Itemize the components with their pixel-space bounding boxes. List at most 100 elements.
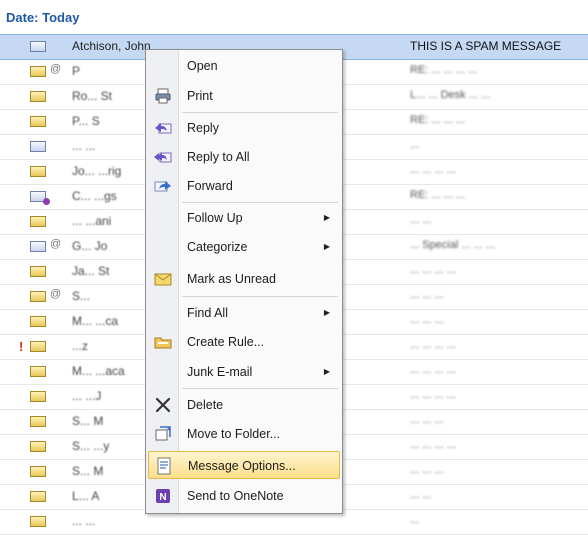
printer-icon [154,87,172,105]
menu-item-label: Reply to All [187,150,250,164]
menu-item-label: Mark as Unread [187,272,276,286]
envelope-replied-icon [30,191,50,205]
menu-item-label: Junk E-mail [187,365,253,379]
message-subject: ... ... [410,489,432,501]
menu-item-label: Follow Up [187,211,243,225]
envelope-icon [30,516,46,527]
message-from: Ja... St [72,264,110,278]
envelope-icon [30,441,46,452]
message-from: ... ... [72,514,96,528]
envelope-open-icon [30,41,46,52]
message-subject: RE: ... ... ... [410,189,466,201]
menu-item-label: Categorize [187,240,248,254]
menu-item-label: Message Options... [188,459,296,473]
message-subject: ... ... ... [410,414,444,426]
message-from: Ro... St [72,89,113,103]
message-subject: ... ... ... [410,464,444,476]
menu-item-junk-email[interactable]: Junk E-mail ▶ [148,358,340,386]
message-from: P [72,64,81,78]
envelope-icon [30,391,46,402]
message-subject: ... Special ... ... ... [410,239,495,251]
message-subject: ... [410,139,420,151]
submenu-arrow-icon: ▶ [323,242,330,251]
message-from: G... Jo [72,239,108,253]
message-subject: ... ... ... ... [410,389,456,401]
menu-item-message-options[interactable]: Message Options... [148,451,340,479]
message-from: Jo... ...rig [72,164,122,178]
context-menu: Open Print Reply Reply to All Forward Fo… [145,49,343,514]
message-subject: THIS IS A SPAM MESSAGE [410,39,562,53]
menu-item-mark-unread[interactable]: Mark as Unread [148,265,340,293]
menu-item-send-to-onenote[interactable]: N Send to OneNote [148,482,340,510]
menu-item-label: Move to Folder... [187,427,281,441]
menu-separator [182,112,338,113]
menu-item-categorize[interactable]: Categorize ▶ [148,233,340,261]
menu-item-print[interactable]: Print [148,82,340,110]
message-from: S... M [72,464,104,478]
menu-item-move-to-folder[interactable]: Move to Folder... [148,420,340,448]
delete-icon [154,396,172,414]
menu-item-label: Print [187,89,213,103]
reply-icon [154,119,172,137]
envelope-icon [30,216,46,227]
create-rule-icon [154,333,172,351]
submenu-arrow-icon: ▶ [323,308,330,317]
message-from: C... ...gs [72,189,117,203]
message-subject: ... ... ... ... [410,439,456,451]
menu-item-follow-up[interactable]: Follow Up ▶ [148,204,340,232]
message-subject: ... ... ... [410,314,444,326]
submenu-arrow-icon: ▶ [323,213,330,222]
message-subject: ... ... ... ... [410,264,456,276]
message-subject: L... ... Desk ... ... [410,89,491,101]
menu-item-find-all[interactable]: Find All ▶ [148,299,340,327]
envelope-icon [30,366,46,377]
message-subject: ... ... ... ... [410,364,456,376]
menu-item-create-rule[interactable]: Create Rule... [148,328,340,356]
message-from: S... M [72,414,104,428]
message-from: ...z [72,339,89,353]
reply-all-icon [154,148,172,166]
attachment-icon: @ [50,288,62,300]
message-options-icon [155,457,173,475]
menu-item-reply[interactable]: Reply [148,114,340,142]
envelope-icon [30,116,46,127]
menu-item-label: Find All [187,306,228,320]
menu-separator [182,388,338,389]
group-header: Date: Today [6,10,80,25]
message-subject: ... ... ... [410,289,444,301]
envelope-icon [30,291,46,302]
message-subject: RE: ... ... ... [410,114,466,126]
message-from: S... [72,289,91,303]
message-from: ... ...J [72,389,102,403]
envelope-icon [30,66,46,77]
menu-item-label: Reply [187,121,219,135]
message-subject: RE: ... ... ... ... [410,64,478,76]
envelope-open-icon [30,141,46,152]
menu-item-open[interactable]: Open [148,52,340,80]
svg-text:N: N [159,492,166,503]
message-from: L... A [72,489,100,503]
forward-icon [154,177,172,195]
envelope-icon [30,466,46,477]
menu-item-reply-all[interactable]: Reply to All [148,143,340,171]
menu-separator [182,296,338,297]
menu-separator [182,202,338,203]
message-from: M... ...ca [72,314,119,328]
message-from: M... ...aca [72,364,125,378]
message-subject: ... ... ... ... [410,339,456,351]
submenu-arrow-icon: ▶ [323,367,330,376]
envelope-icon [30,341,46,352]
menu-item-label: Open [187,59,218,73]
menu-item-label: Forward [187,179,233,193]
message-from: P... S [72,114,100,128]
envelope-icon [30,316,46,327]
message-subject: ... [410,514,420,526]
envelope-open-icon [30,241,46,252]
importance-flag: ! [19,339,24,354]
menu-item-forward[interactable]: Forward [148,172,340,200]
menu-item-label: Delete [187,398,224,412]
envelope-icon [30,91,46,102]
menu-item-delete[interactable]: Delete [148,391,340,419]
menu-item-label: Send to OneNote [187,489,284,503]
envelope-icon [30,166,46,177]
